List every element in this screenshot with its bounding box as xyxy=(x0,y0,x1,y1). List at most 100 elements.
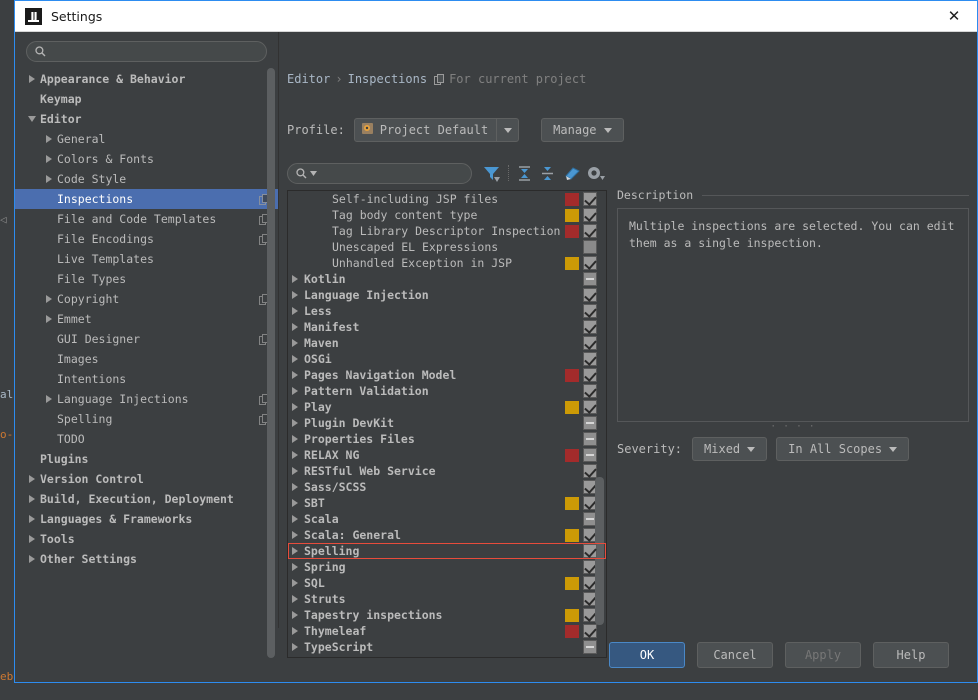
scope-combobox[interactable]: In All Scopes xyxy=(776,437,909,461)
sidebar-item-live-templates[interactable]: Live Templates xyxy=(15,249,278,269)
inspection-checkbox[interactable] xyxy=(583,384,597,398)
inspection-row[interactable]: Spring xyxy=(288,559,606,575)
inspection-checkbox[interactable] xyxy=(583,544,597,558)
inspection-row[interactable]: Properties Files xyxy=(288,431,606,447)
chevron-right-icon[interactable] xyxy=(288,339,302,347)
inspection-checkbox[interactable] xyxy=(583,192,597,206)
inspection-checkbox[interactable] xyxy=(583,464,597,478)
breadcrumb-root[interactable]: Editor xyxy=(287,72,330,86)
inspection-row[interactable]: Language Injection xyxy=(288,287,606,303)
close-icon[interactable]: ✕ xyxy=(931,1,977,32)
sidebar-item-code-style[interactable]: Code Style xyxy=(15,169,278,189)
chevron-right-icon[interactable] xyxy=(288,547,302,555)
inspection-row[interactable]: RELAX NG xyxy=(288,447,606,463)
chevron-right-icon[interactable] xyxy=(288,563,302,571)
inspection-row[interactable]: Struts xyxy=(288,591,606,607)
inspection-row[interactable]: Kotlin xyxy=(288,271,606,287)
sidebar-item-intentions[interactable]: Intentions xyxy=(15,369,278,389)
sidebar-item-other-settings[interactable]: Other Settings xyxy=(15,549,278,569)
sidebar-item-file-types[interactable]: File Types xyxy=(15,269,278,289)
inspection-row[interactable]: Spelling xyxy=(288,543,606,559)
inspection-row[interactable]: Tag Library Descriptor Inspection xyxy=(288,223,606,239)
inspection-checkbox[interactable] xyxy=(583,272,597,286)
filter-icon[interactable] xyxy=(480,162,504,184)
inspection-row[interactable]: Play xyxy=(288,399,606,415)
sidebar-item-file-and-code-templates[interactable]: File and Code Templates xyxy=(15,209,278,229)
inspection-row[interactable]: Tapestry inspections xyxy=(288,607,606,623)
severity-combobox[interactable]: Mixed xyxy=(692,437,767,461)
inspection-row[interactable]: Self-including JSP files xyxy=(288,191,606,207)
inspections-list[interactable]: Self-including JSP filesTag body content… xyxy=(287,190,607,658)
chevron-down-icon[interactable] xyxy=(496,119,518,141)
copy-icon[interactable] xyxy=(434,74,445,85)
chevron-right-icon[interactable] xyxy=(288,307,302,315)
sidebar-search[interactable] xyxy=(26,41,267,62)
inspection-row[interactable]: TypeScript xyxy=(288,639,606,655)
sidebar-item-todo[interactable]: TODO xyxy=(15,429,278,449)
manage-button[interactable]: Manage xyxy=(541,118,623,142)
sidebar-item-appearance-behavior[interactable]: Appearance & Behavior xyxy=(15,69,278,89)
inspection-checkbox[interactable] xyxy=(583,208,597,222)
expand-all-icon[interactable] xyxy=(513,162,537,184)
chevron-right-icon[interactable] xyxy=(288,531,302,539)
sidebar-item-version-control[interactable]: Version Control xyxy=(15,469,278,489)
sidebar-item-languages-frameworks[interactable]: Languages & Frameworks xyxy=(15,509,278,529)
chevron-right-icon[interactable] xyxy=(288,419,302,427)
inspections-search-input[interactable] xyxy=(321,166,472,181)
sidebar-scrollbar-thumb[interactable] xyxy=(267,68,275,658)
inspection-row[interactable]: Thymeleaf xyxy=(288,623,606,639)
chevron-right-icon[interactable] xyxy=(288,611,302,619)
chevron-right-icon[interactable] xyxy=(288,371,302,379)
inspection-checkbox[interactable] xyxy=(583,640,597,654)
sidebar-item-tools[interactable]: Tools xyxy=(15,529,278,549)
collapse-all-icon[interactable] xyxy=(536,162,560,184)
inspection-checkbox[interactable] xyxy=(583,352,597,366)
inspection-row[interactable]: Tag body content type xyxy=(288,207,606,223)
reset-icon[interactable] xyxy=(560,162,584,184)
inspection-row[interactable]: SQL xyxy=(288,575,606,591)
sidebar-item-inspections[interactable]: Inspections xyxy=(15,189,278,209)
sidebar-item-file-encodings[interactable]: File Encodings xyxy=(15,229,278,249)
profile-combobox[interactable]: Project Default xyxy=(354,118,519,142)
chevron-right-icon[interactable] xyxy=(288,499,302,507)
inspection-checkbox[interactable] xyxy=(583,400,597,414)
sidebar-item-build-execution-deployment[interactable]: Build, Execution, Deployment xyxy=(15,489,278,509)
sidebar-item-keymap[interactable]: Keymap xyxy=(15,89,278,109)
sidebar-item-gui-designer[interactable]: GUI Designer xyxy=(15,329,278,349)
chevron-right-icon[interactable] xyxy=(288,387,302,395)
inspection-row[interactable]: Manifest xyxy=(288,319,606,335)
inspection-checkbox[interactable] xyxy=(583,288,597,302)
inspection-row[interactable]: SBT xyxy=(288,495,606,511)
sidebar-search-input[interactable] xyxy=(51,44,258,59)
chevron-right-icon[interactable] xyxy=(288,275,302,283)
chevron-right-icon[interactable] xyxy=(288,515,302,523)
inspection-checkbox[interactable] xyxy=(583,240,597,254)
sidebar-item-editor[interactable]: Editor xyxy=(15,109,278,129)
chevron-right-icon[interactable] xyxy=(288,483,302,491)
help-button[interactable]: Help xyxy=(873,642,949,668)
sidebar-item-emmet[interactable]: Emmet xyxy=(15,309,278,329)
chevron-right-icon[interactable] xyxy=(288,451,302,459)
inspection-row[interactable]: Unescaped EL Expressions xyxy=(288,239,606,255)
inspection-checkbox[interactable] xyxy=(583,256,597,270)
sidebar-item-colors-fonts[interactable]: Colors & Fonts xyxy=(15,149,278,169)
chevron-right-icon[interactable] xyxy=(288,435,302,443)
chevron-right-icon[interactable] xyxy=(288,403,302,411)
inspection-checkbox[interactable] xyxy=(583,624,597,638)
inspection-row[interactable]: Scala xyxy=(288,511,606,527)
inspection-row[interactable]: Maven xyxy=(288,335,606,351)
sidebar-item-spelling[interactable]: Spelling xyxy=(15,409,278,429)
inspection-checkbox[interactable] xyxy=(583,432,597,446)
inspection-checkbox[interactable] xyxy=(583,320,597,334)
resize-grip-icon[interactable]: · · · · xyxy=(617,422,969,432)
cancel-button[interactable]: Cancel xyxy=(697,642,773,668)
sidebar-item-images[interactable]: Images xyxy=(15,349,278,369)
chevron-down-icon[interactable] xyxy=(310,171,317,176)
sidebar-item-copyright[interactable]: Copyright xyxy=(15,289,278,309)
chevron-right-icon[interactable] xyxy=(288,291,302,299)
sidebar-item-general[interactable]: General xyxy=(15,129,278,149)
inspection-row[interactable]: Unhandled Exception in JSP xyxy=(288,255,606,271)
chevron-right-icon[interactable] xyxy=(288,355,302,363)
chevron-right-icon[interactable] xyxy=(288,579,302,587)
inspection-row[interactable]: Pages Navigation Model xyxy=(288,367,606,383)
